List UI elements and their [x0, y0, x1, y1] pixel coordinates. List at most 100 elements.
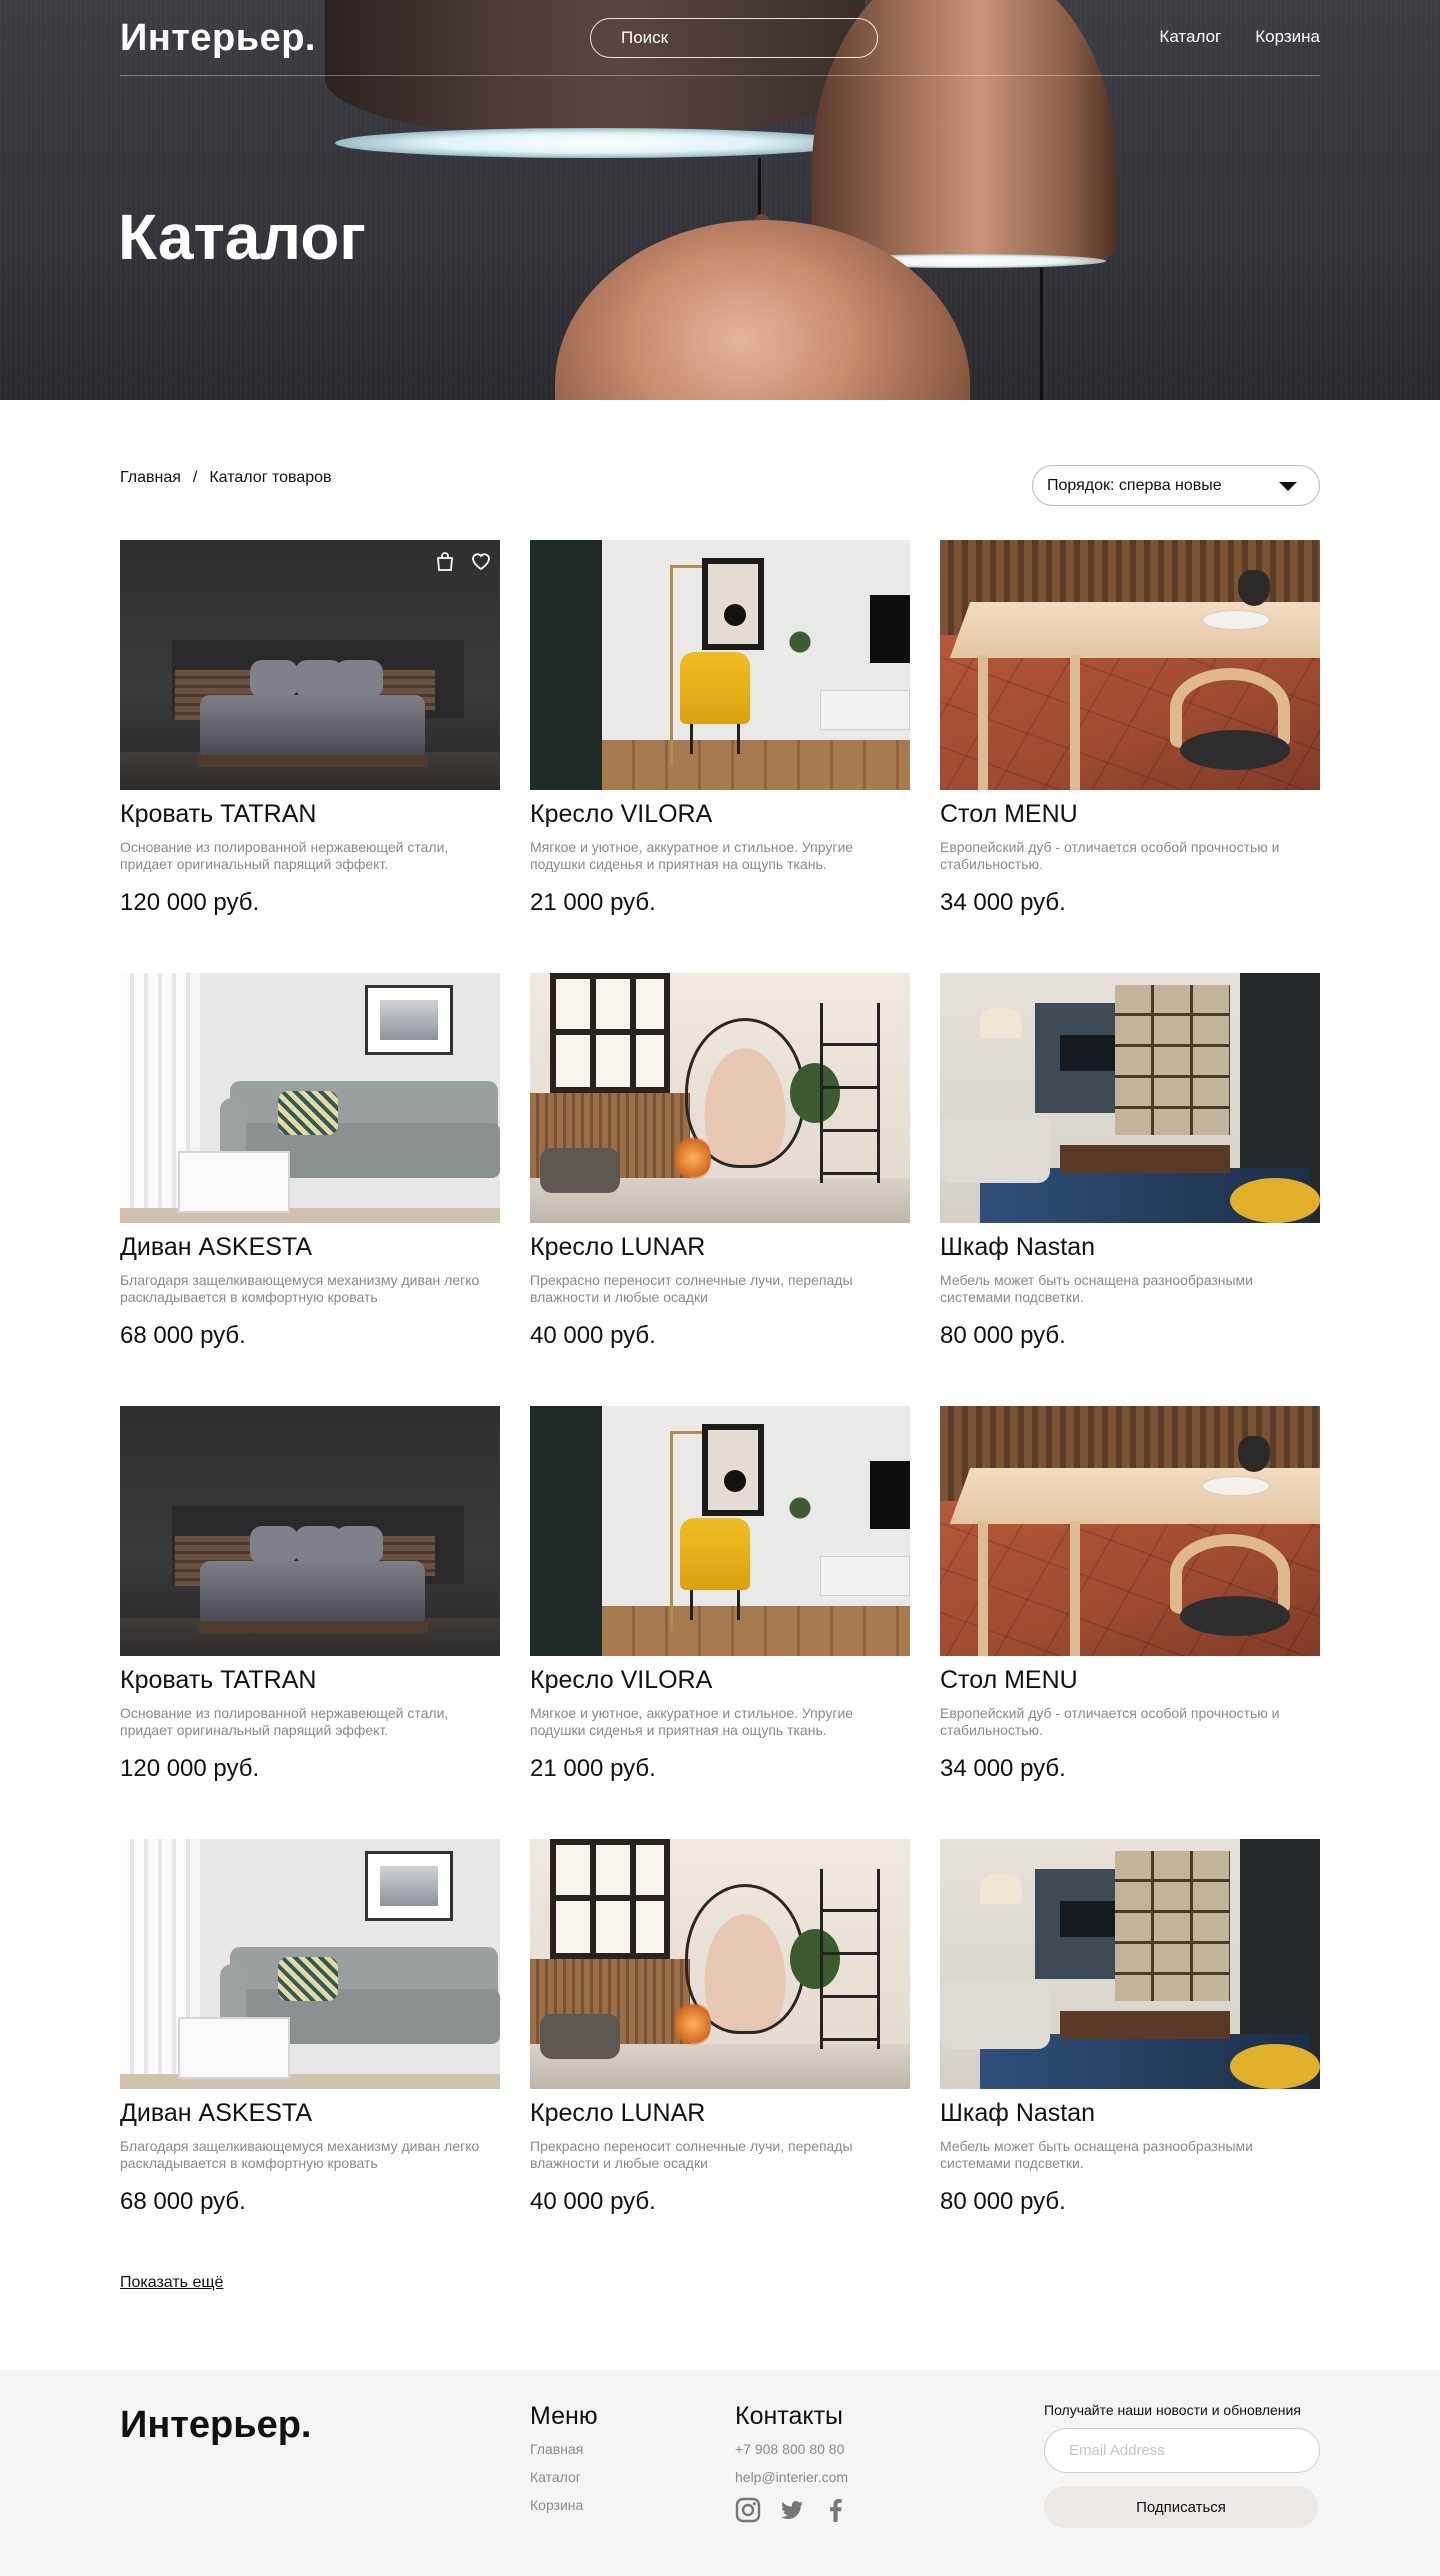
- search-input[interactable]: [590, 18, 878, 58]
- subscribe-button[interactable]: Подписаться: [1044, 2486, 1318, 2528]
- product-description: Благодаря защелкивающемуся механизму див…: [120, 2138, 480, 2171]
- product-description: Мебель может быть оснащена разнообразным…: [940, 1272, 1253, 1305]
- product-image[interactable]: [940, 1839, 1320, 2089]
- footer-logo[interactable]: Интерьер.: [120, 2404, 311, 2447]
- product-title[interactable]: Кровать TATRAN: [120, 800, 500, 829]
- product-description: Мебель может быть оснащена разнообразным…: [940, 2138, 1253, 2171]
- footer: Интерьер. Меню Главная Каталог Корзина К…: [0, 2370, 1440, 2576]
- product-price: 21 000 руб.: [530, 889, 656, 916]
- product-price: 80 000 руб.: [940, 1322, 1066, 1349]
- product-image[interactable]: [120, 540, 500, 790]
- social-links: [735, 2497, 849, 2523]
- product-description: Мягкое и уютное, аккуратное и стильное. …: [530, 1705, 854, 1738]
- product-title[interactable]: Кресло VILORA: [530, 1666, 910, 1695]
- product-image[interactable]: [120, 1839, 500, 2089]
- product-title[interactable]: Шкаф Nastan: [940, 1233, 1320, 1262]
- product-card[interactable]: Стол MENU Европейский дуб - отличается ос…: [940, 1406, 1320, 1839]
- product-card[interactable]: Шкаф Nastan Мебель может быть оснащена ра…: [940, 973, 1320, 1406]
- product-title[interactable]: Кресло LUNAR: [530, 1233, 910, 1262]
- lamp-cord: [1040, 268, 1043, 400]
- lamp-cord: [758, 158, 761, 218]
- product-image[interactable]: [120, 1406, 500, 1656]
- nav-link-cart[interactable]: Корзина: [1255, 27, 1320, 47]
- catalog-toolbar: Главная / Каталог товаров Порядок: сперв…: [120, 400, 1320, 540]
- product-image[interactable]: [530, 1406, 910, 1656]
- top-navigation-bar: Интерьер. Каталог Корзина: [120, 0, 1320, 76]
- site-logo[interactable]: Интерьер.: [120, 17, 316, 60]
- product-card[interactable]: Кресло LUNAR Прекрасно переносит солнечны…: [530, 973, 910, 1406]
- sort-label: Порядок: сперва новые: [1047, 476, 1222, 494]
- page-title: Каталог: [118, 201, 366, 273]
- product-title[interactable]: Кровать TATRAN: [120, 1666, 500, 1695]
- product-image[interactable]: [530, 540, 910, 790]
- product-card[interactable]: Диван ASKESTA Благодаря защелкивающемуся …: [120, 1839, 500, 2272]
- product-card[interactable]: Стол MENU Европейский дуб - отличается ос…: [940, 540, 1320, 973]
- product-description: Основание из полированной нержавеющей ст…: [120, 839, 449, 872]
- footer-contacts: Контакты +7 908 800 80 80 help@interier.…: [735, 2402, 849, 2523]
- breadcrumb: Главная / Каталог товаров: [120, 469, 332, 487]
- instagram-icon[interactable]: [735, 2497, 761, 2523]
- nav-link-catalog[interactable]: Каталог: [1159, 27, 1221, 47]
- breadcrumb-current: Каталог товаров: [209, 469, 332, 486]
- product-description: Мягкое и уютное, аккуратное и стильное. …: [530, 839, 854, 872]
- product-price: 34 000 руб.: [940, 889, 1066, 916]
- card-actions: [434, 550, 492, 572]
- product-price: 40 000 руб.: [530, 1322, 656, 1349]
- newsletter-caption: Получайте наши новости и обновления: [1044, 2402, 1301, 2418]
- product-image[interactable]: [940, 540, 1320, 790]
- product-image[interactable]: [530, 1839, 910, 2089]
- main-nav: Каталог Корзина: [1159, 27, 1320, 47]
- footer-menu: Меню Главная Каталог Корзина: [530, 2402, 598, 2525]
- hero-banner: Интерьер. Каталог Корзина Каталог: [0, 0, 1440, 400]
- product-price: 21 000 руб.: [530, 1755, 656, 1782]
- product-title[interactable]: Кресло VILORA: [530, 800, 910, 829]
- newsletter-email-input[interactable]: [1044, 2428, 1320, 2473]
- product-card[interactable]: Шкаф Nastan Мебель может быть оснащена ра…: [940, 1839, 1320, 2272]
- product-image[interactable]: [940, 973, 1320, 1223]
- footer-menu-title: Меню: [530, 2402, 598, 2430]
- contact-email[interactable]: help@interier.com: [735, 2469, 849, 2485]
- product-card[interactable]: Диван ASKESTA Благодаря защелкивающемуся …: [120, 973, 500, 1406]
- product-description: Европейский дуб - отличается особой проч…: [940, 1705, 1280, 1738]
- chevron-down-icon: [1279, 482, 1297, 491]
- footer-link-cart[interactable]: Корзина: [530, 2497, 598, 2513]
- facebook-icon[interactable]: [823, 2497, 849, 2523]
- show-more-link[interactable]: Показать ещё: [120, 2274, 223, 2292]
- product-card[interactable]: Кровать TATRAN Основание из полированной …: [120, 540, 500, 973]
- product-description: Благодаря защелкивающемуся механизму див…: [120, 1272, 480, 1305]
- product-title[interactable]: Стол MENU: [940, 1666, 1320, 1695]
- product-description: Европейский дуб - отличается особой проч…: [940, 839, 1280, 872]
- product-description: Основание из полированной нержавеющей ст…: [120, 1705, 449, 1738]
- product-image[interactable]: [940, 1406, 1320, 1656]
- product-title[interactable]: Кресло LUNAR: [530, 2099, 910, 2128]
- product-description: Прекрасно переносит солнечные лучи, пере…: [530, 2138, 853, 2171]
- product-title[interactable]: Диван ASKESTA: [120, 2099, 500, 2128]
- product-card[interactable]: Кресло VILORA Мягкое и уютное, аккуратное…: [530, 540, 910, 973]
- product-image[interactable]: [530, 973, 910, 1223]
- contact-phone[interactable]: +7 908 800 80 80: [735, 2441, 849, 2457]
- product-title[interactable]: Шкаф Nastan: [940, 2099, 1320, 2128]
- twitter-icon[interactable]: [779, 2497, 805, 2523]
- footer-link-home[interactable]: Главная: [530, 2441, 598, 2457]
- product-price: 68 000 руб.: [120, 1322, 246, 1349]
- product-price: 40 000 руб.: [530, 2188, 656, 2215]
- product-price: 68 000 руб.: [120, 2188, 246, 2215]
- product-grid: Кровать TATRAN Основание из полированной …: [120, 540, 1320, 2272]
- bag-icon[interactable]: [434, 550, 456, 572]
- product-image[interactable]: [120, 973, 500, 1223]
- product-price: 120 000 руб.: [120, 1755, 260, 1782]
- breadcrumb-home[interactable]: Главная: [120, 469, 181, 487]
- footer-link-catalog[interactable]: Каталог: [530, 2469, 598, 2485]
- product-title[interactable]: Диван ASKESTA: [120, 1233, 500, 1262]
- product-card[interactable]: Кресло LUNAR Прекрасно переносит солнечны…: [530, 1839, 910, 2272]
- catalog-main: Главная / Каталог товаров Порядок: сперв…: [0, 400, 1440, 2370]
- lamp-light-glow: [335, 128, 855, 158]
- product-price: 120 000 руб.: [120, 889, 260, 916]
- breadcrumb-separator: /: [192, 469, 198, 486]
- product-card[interactable]: Кровать TATRAN Основание из полированной …: [120, 1406, 500, 1839]
- product-price: 34 000 руб.: [940, 1755, 1066, 1782]
- heart-icon[interactable]: [470, 550, 492, 572]
- product-title[interactable]: Стол MENU: [940, 800, 1320, 829]
- sort-dropdown[interactable]: Порядок: сперва новые: [1032, 465, 1320, 506]
- product-card[interactable]: Кресло VILORA Мягкое и уютное, аккуратное…: [530, 1406, 910, 1839]
